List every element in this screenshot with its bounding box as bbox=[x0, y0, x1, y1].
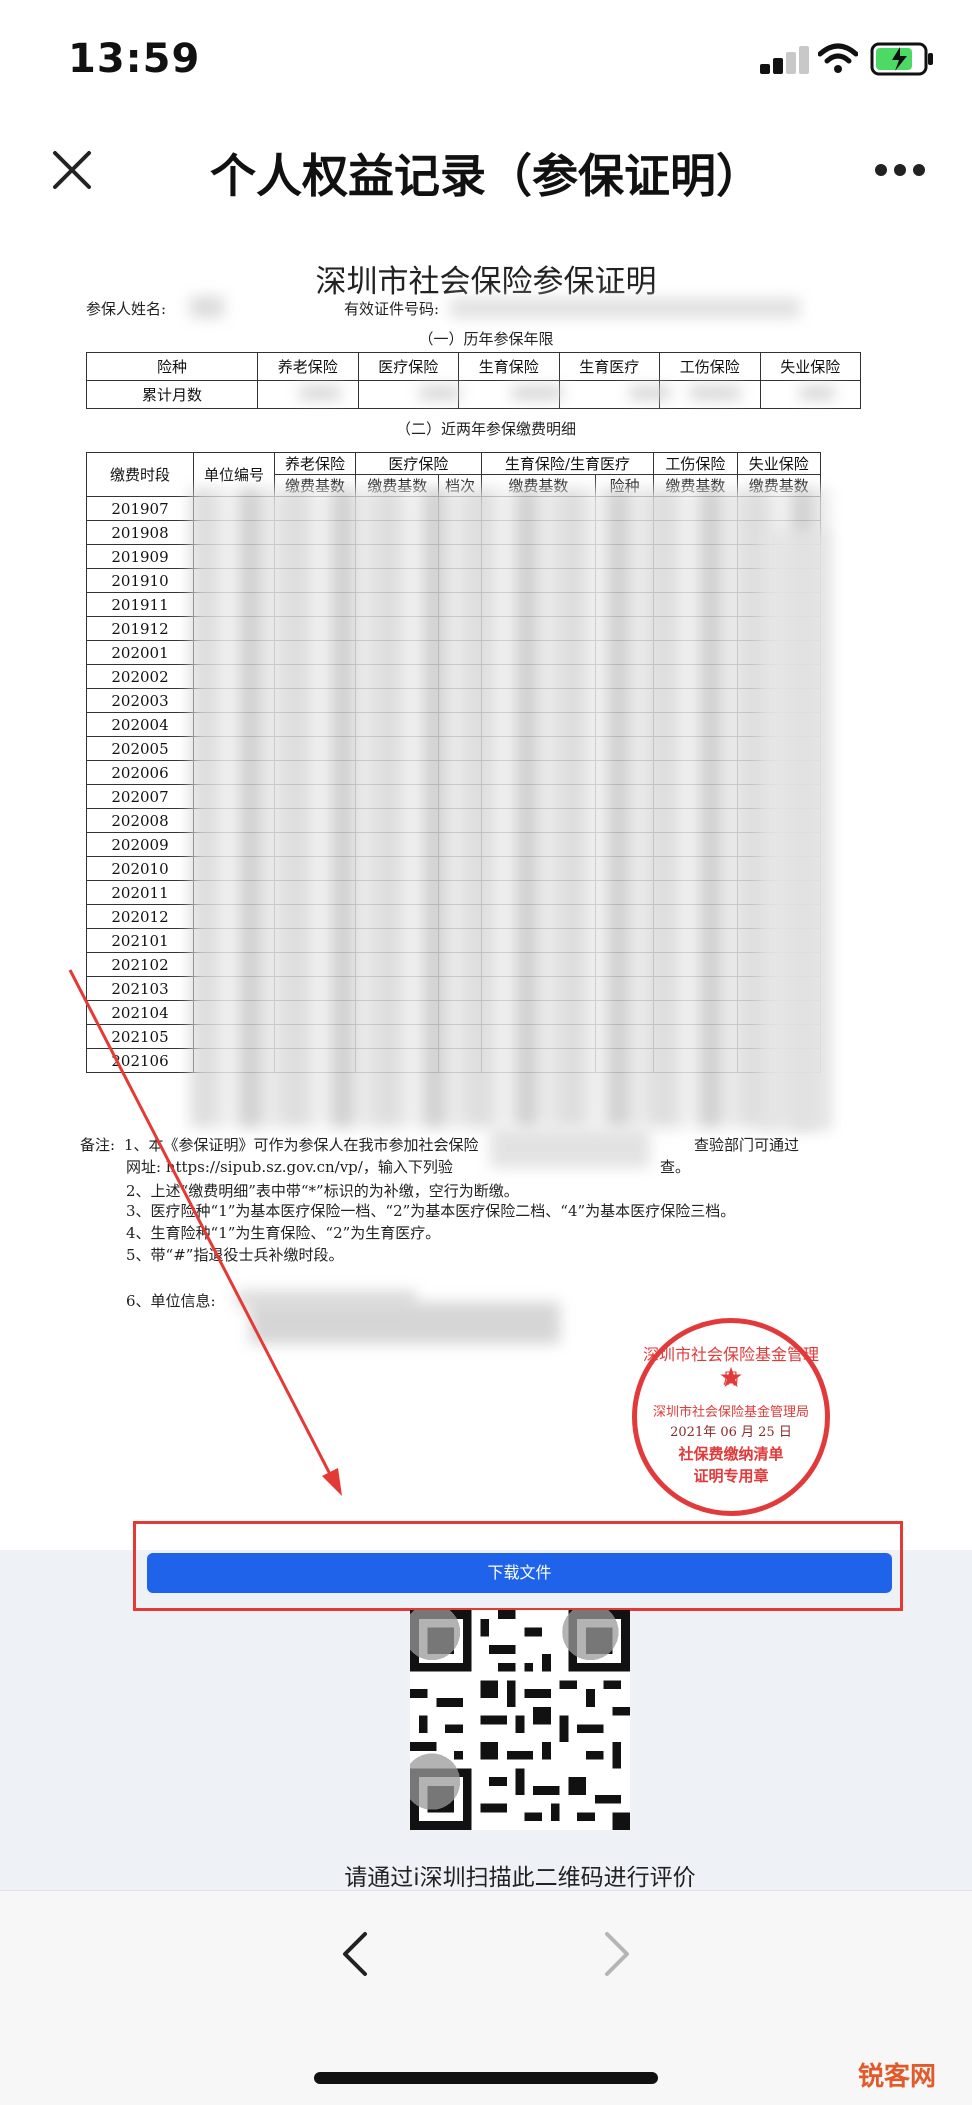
period-cell: 202002 bbox=[86, 664, 194, 689]
group-injury-header: 工伤保险 bbox=[653, 452, 738, 475]
period-cell: 202001 bbox=[86, 640, 194, 665]
battery-icon bbox=[870, 42, 933, 76]
period-cell: 202010 bbox=[86, 856, 194, 881]
period-cell: 202009 bbox=[86, 832, 194, 857]
qr-caption: 请通过i深圳扫描此二维码进行评价 bbox=[344, 1865, 696, 1891]
col-period-header: 缴费时段 bbox=[86, 452, 194, 497]
table1-header-injury: 工伤保险 bbox=[659, 352, 761, 381]
status-time: 13:59 bbox=[68, 36, 201, 82]
period-cell: 202007 bbox=[86, 784, 194, 809]
signal-icon bbox=[760, 44, 809, 74]
table1-header-medical: 医疗保险 bbox=[357, 352, 459, 381]
table1-header-unemployment: 失业保险 bbox=[759, 352, 861, 381]
wifi-icon bbox=[818, 43, 858, 73]
table1-header-maternity: 生育保险 bbox=[458, 352, 560, 381]
seal-issuer: 深圳市社会保险基金管理局 bbox=[652, 1405, 809, 1420]
watermark: 锐客网 bbox=[858, 2062, 937, 2092]
period-cell: 202005 bbox=[86, 736, 194, 761]
period-cell: 202008 bbox=[86, 808, 194, 833]
table1-header-type: 险种 bbox=[86, 352, 258, 381]
table1-header-maternity-medical: 生育医疗 bbox=[558, 352, 660, 381]
period-cell: 202011 bbox=[86, 880, 194, 905]
seal-star: ★ bbox=[718, 1361, 744, 1394]
period-cell: 201907 bbox=[86, 496, 194, 521]
group-medical-header: 医疗保险 bbox=[355, 452, 482, 475]
period-cell: 202012 bbox=[86, 904, 194, 929]
period-cell: 201912 bbox=[86, 616, 194, 641]
period-cell: 201910 bbox=[86, 568, 194, 593]
group-maternity-header: 生育保险/生育医疗 bbox=[480, 452, 655, 475]
note-line2b: 查。 bbox=[660, 1158, 691, 1176]
section-history-title: （一）历年参保年限 bbox=[418, 330, 554, 348]
group-unemployment-header: 失业保险 bbox=[736, 452, 822, 475]
period-cell: 202006 bbox=[86, 760, 194, 785]
period-cell: 201908 bbox=[86, 520, 194, 545]
official-seal: 深圳市社会保险基金管理局 ★ 深圳市社会保险基金管理局 2021年 06 月 2… bbox=[632, 1318, 830, 1516]
period-cell: 202003 bbox=[86, 688, 194, 713]
chevron-right-icon[interactable] bbox=[602, 1930, 632, 1978]
seal-line1: 社保费缴纳清单 bbox=[678, 1445, 784, 1463]
more-icon[interactable] bbox=[874, 163, 926, 177]
annotation-box bbox=[133, 1521, 903, 1611]
note-line1b: 查验部门可通过 bbox=[694, 1136, 800, 1154]
home-indicator bbox=[314, 2072, 658, 2084]
period-cell: 202101 bbox=[86, 928, 194, 953]
insured-name-label: 参保人姓名: bbox=[86, 300, 167, 318]
section-detail-title: （二）近两年参保缴费明细 bbox=[395, 420, 576, 438]
history-table: 险种 养老保险 医疗保险 生育保险 生育医疗 工伤保险 失业保险 累计月数 bbox=[86, 352, 861, 409]
chevron-left-icon[interactable] bbox=[340, 1930, 370, 1978]
period-cell: 202004 bbox=[86, 712, 194, 737]
annotation-arrow bbox=[68, 969, 342, 1496]
table1-row-label: 累计月数 bbox=[86, 380, 258, 409]
page-title: 个人权益记录（参保证明） bbox=[210, 149, 762, 203]
period-cell: 201911 bbox=[86, 592, 194, 617]
certificate-title: 深圳市社会保险参保证明 bbox=[315, 264, 657, 300]
id-number-label: 有效证件号码: bbox=[344, 300, 440, 318]
qr-code bbox=[410, 1610, 630, 1830]
period-cell: 201909 bbox=[86, 544, 194, 569]
table1-header-pension: 养老保险 bbox=[257, 352, 359, 381]
seal-date: 2021年 06 月 25 日 bbox=[670, 1425, 792, 1440]
seal-line2: 证明专用章 bbox=[693, 1467, 769, 1485]
group-pension-header: 养老保险 bbox=[274, 452, 356, 475]
